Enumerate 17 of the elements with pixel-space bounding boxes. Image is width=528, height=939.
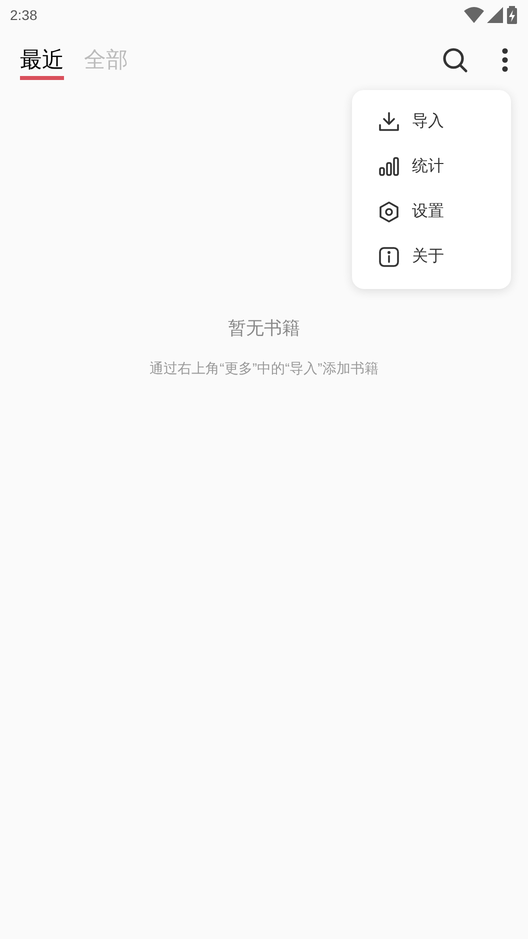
menu-item[interactable]: 统计 xyxy=(352,144,511,189)
signal-icon xyxy=(487,7,503,23)
settings-icon xyxy=(377,200,401,224)
download-icon xyxy=(377,110,401,134)
bar-chart-icon xyxy=(377,154,401,178)
menu-item[interactable]: 设置 xyxy=(352,189,511,234)
tab[interactable]: 最近 xyxy=(20,46,64,80)
empty-title: 暂无书籍 xyxy=(228,317,300,340)
menu-item[interactable]: 关于 xyxy=(352,234,511,279)
wifi-icon xyxy=(464,7,484,23)
search-icon[interactable] xyxy=(442,47,468,73)
menu-item[interactable]: 导入 xyxy=(352,99,511,144)
battery-icon xyxy=(506,6,518,24)
empty-hint: 通过右上角“更多”中的“导入”添加书籍 xyxy=(150,359,378,378)
info-icon xyxy=(377,244,401,268)
status-time: 2:38 xyxy=(10,6,38,24)
more-menu-icon[interactable] xyxy=(502,48,508,72)
